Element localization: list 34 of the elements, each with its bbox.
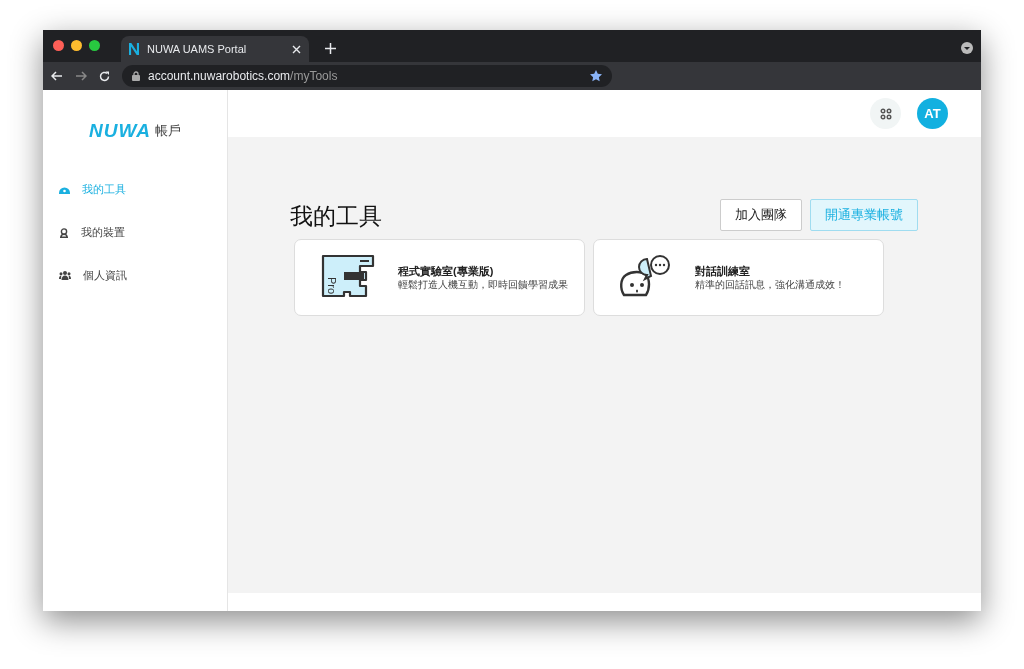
address-bar[interactable]: account.nuwarobotics.com/myTools — [122, 65, 612, 87]
join-team-button[interactable]: 加入團隊 — [720, 199, 802, 231]
tab-title: NUWA UAMS Portal — [147, 41, 248, 57]
code-block-icon — [321, 254, 375, 298]
tool-description: 輕鬆打造人機互動，即時回饋學習成果 — [398, 279, 568, 292]
tool-description: 精準的回話訊息，強化溝通成效！ — [695, 279, 845, 292]
logo-suffix: 帳戶 — [155, 122, 182, 141]
close-icon[interactable] — [292, 44, 301, 54]
users-icon — [59, 271, 71, 280]
tool-name: 對話訓練室 — [695, 263, 751, 279]
tool-card[interactable]: Pro 程式實驗室(專業版) 輕鬆打造人機互動，即時回饋學習成果 — [294, 238, 585, 316]
reload-icon[interactable] — [99, 70, 110, 82]
favicon-icon — [129, 43, 139, 55]
zoom-window-icon[interactable] — [89, 40, 100, 51]
close-window-icon[interactable] — [53, 40, 64, 51]
dropdown-icon[interactable] — [961, 42, 973, 54]
lock-icon — [132, 71, 140, 81]
gauge-icon — [59, 185, 70, 194]
url-text: account.nuwarobotics.com/myTools — [148, 68, 339, 85]
minimize-window-icon[interactable] — [71, 40, 82, 51]
browser-tab[interactable]: NUWA UAMS Portal — [121, 36, 309, 62]
plus-icon[interactable] — [325, 43, 336, 54]
apps-grid-icon — [879, 107, 892, 120]
tool-card[interactable]: 對話訓練室 精準的回話訊息，強化溝通成效！ — [593, 238, 884, 316]
bookmark-star-icon[interactable] — [590, 70, 602, 82]
tool-name: 程式實驗室(專業版) — [398, 263, 495, 279]
pro-label: Pro — [326, 277, 338, 295]
page-title: 我的工具 — [290, 202, 382, 231]
robot-icon — [59, 227, 69, 238]
sidebar-item[interactable]: 我的裝置 — [43, 211, 227, 254]
sidebar-item[interactable]: 個人資訊 — [43, 254, 227, 297]
forward-arrow-icon[interactable] — [75, 71, 87, 81]
apps-button[interactable] — [870, 98, 901, 129]
back-arrow-icon[interactable] — [51, 71, 63, 81]
